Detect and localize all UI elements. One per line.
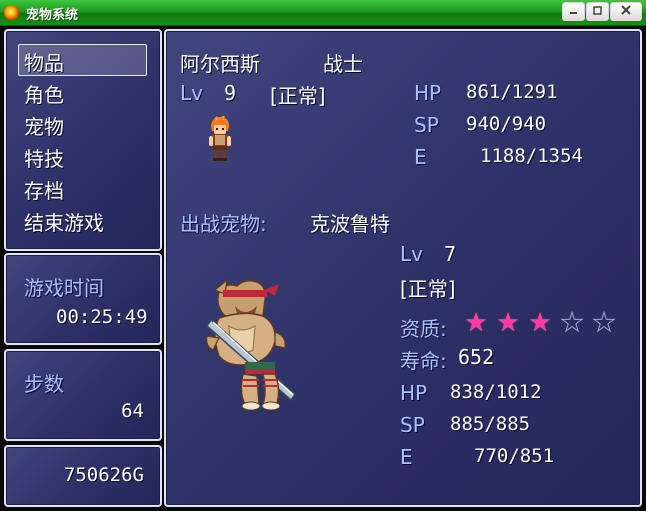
hero-hp-value: 861/1291 (466, 81, 558, 103)
close-button[interactable] (610, 2, 642, 21)
title-bar[interactable]: 宠物系统 (0, 0, 646, 26)
hero-e-value: 1188/1354 (480, 145, 583, 167)
pet-quality-label: 资质: (400, 317, 447, 341)
pet-life-label: 寿命: (400, 349, 447, 373)
window-controls (561, 2, 642, 21)
pet-hp-value: 838/1012 (450, 381, 542, 403)
playtime-label: 游戏时间 (24, 276, 104, 300)
star-icon: ★ (560, 308, 584, 338)
pet-life-value: 652 (458, 345, 495, 369)
pet-lv-label: Lv (400, 242, 423, 266)
pet-status: [正常] (400, 277, 456, 301)
minimize-icon (570, 12, 577, 14)
pet-sprite (206, 278, 296, 411)
gold-value: 750626G (63, 464, 144, 486)
playtime-value: 00:25:49 (56, 306, 148, 328)
pet-lv-value: 7 (444, 242, 457, 266)
minimize-button[interactable] (562, 2, 585, 21)
menu-item-pet[interactable]: 宠物 (24, 111, 64, 140)
restore-icon (593, 6, 602, 15)
menu-item-character[interactable]: 角色 (24, 79, 64, 108)
window-title: 宠物系统 (26, 8, 79, 23)
hero-name: 阿尔西斯 (180, 52, 260, 76)
restore-button[interactable] (586, 2, 609, 21)
steps-value: 64 (121, 400, 144, 422)
pet-e-label: E (400, 445, 413, 469)
star-icon: ★ (464, 308, 488, 338)
close-icon (621, 5, 631, 15)
pet-heading: 出战宠物: (180, 212, 267, 236)
pet-hp-label: HP (400, 381, 428, 405)
app-icon (4, 5, 19, 20)
hero-lv-label: Lv (180, 81, 203, 105)
pet-name: 克波鲁特 (310, 212, 390, 236)
star-icon: ★ (592, 308, 616, 338)
menu-item-save[interactable]: 存档 (24, 175, 64, 204)
menu-item-items[interactable]: 物品 (24, 47, 64, 76)
star-icon: ★ (528, 308, 552, 338)
pet-quality-stars: ★ ★ ★ ★ ★ (460, 308, 620, 338)
pet-sp-label: SP (400, 413, 425, 437)
pet-sp-value: 885/885 (450, 413, 531, 435)
hero-class: 战士 (323, 52, 363, 76)
hero-lv-value: 9 (224, 81, 237, 105)
hero-sp-label: SP (414, 113, 439, 137)
hero-sprite (209, 116, 231, 161)
menu-item-skills[interactable]: 特技 (24, 143, 64, 172)
steps-label: 步数 (24, 372, 64, 396)
hero-hp-label: HP (414, 81, 442, 105)
pet-e-value: 770/851 (474, 445, 555, 467)
star-icon: ★ (496, 308, 520, 338)
menu-item-quit[interactable]: 结束游戏 (24, 207, 104, 236)
hero-sp-value: 940/940 (466, 113, 547, 135)
hero-e-label: E (414, 145, 427, 169)
game-window: 宠物系统 物品 角色 宠物 特技 存档 结束游戏 游戏时间 00:25:49 步… (0, 0, 646, 511)
hero-status: [正常] (270, 84, 326, 108)
